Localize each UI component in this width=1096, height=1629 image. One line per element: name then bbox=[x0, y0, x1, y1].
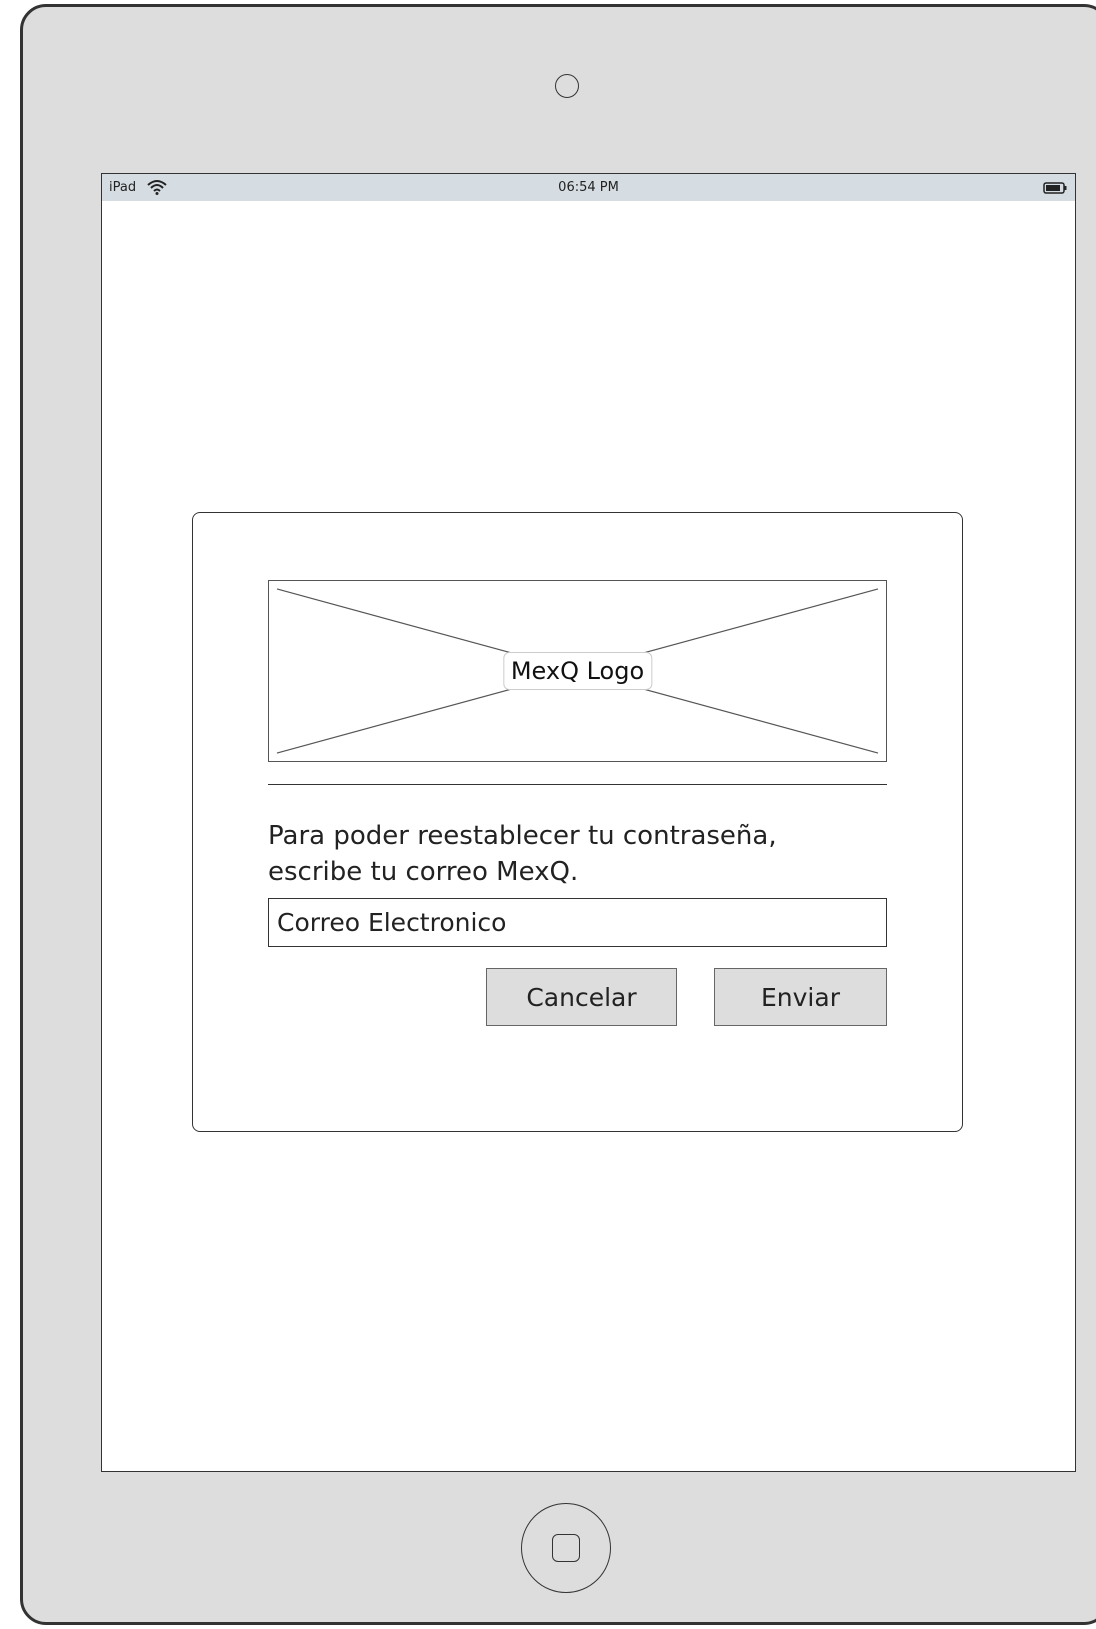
logo-label: MexQ Logo bbox=[502, 652, 653, 690]
logo-placeholder: MexQ Logo bbox=[268, 580, 887, 762]
ipad-frame: iPad 06:54 PM MexQ Logo Para poder reest… bbox=[20, 4, 1096, 1625]
battery-icon bbox=[1043, 182, 1067, 194]
home-button-icon bbox=[552, 1534, 580, 1562]
home-button[interactable] bbox=[521, 1503, 611, 1593]
instructions-line-1: Para poder reestablecer tu contraseña, bbox=[268, 821, 777, 851]
status-time: 06:54 PM bbox=[558, 180, 619, 195]
camera-icon bbox=[555, 74, 579, 98]
divider bbox=[268, 784, 887, 785]
cancel-button[interactable]: Cancelar bbox=[486, 968, 677, 1026]
reset-password-dialog: MexQ Logo Para poder reestablecer tu con… bbox=[192, 512, 963, 1132]
device-screen: iPad 06:54 PM MexQ Logo Para poder reest… bbox=[101, 173, 1076, 1472]
instructions-text: Para poder reestablecer tu contraseña, e… bbox=[268, 818, 887, 890]
instructions-line-2: escribe tu correo MexQ. bbox=[268, 857, 579, 887]
send-button[interactable]: Enviar bbox=[714, 968, 887, 1026]
status-bar: iPad 06:54 PM bbox=[102, 174, 1075, 201]
email-input[interactable] bbox=[268, 898, 887, 947]
